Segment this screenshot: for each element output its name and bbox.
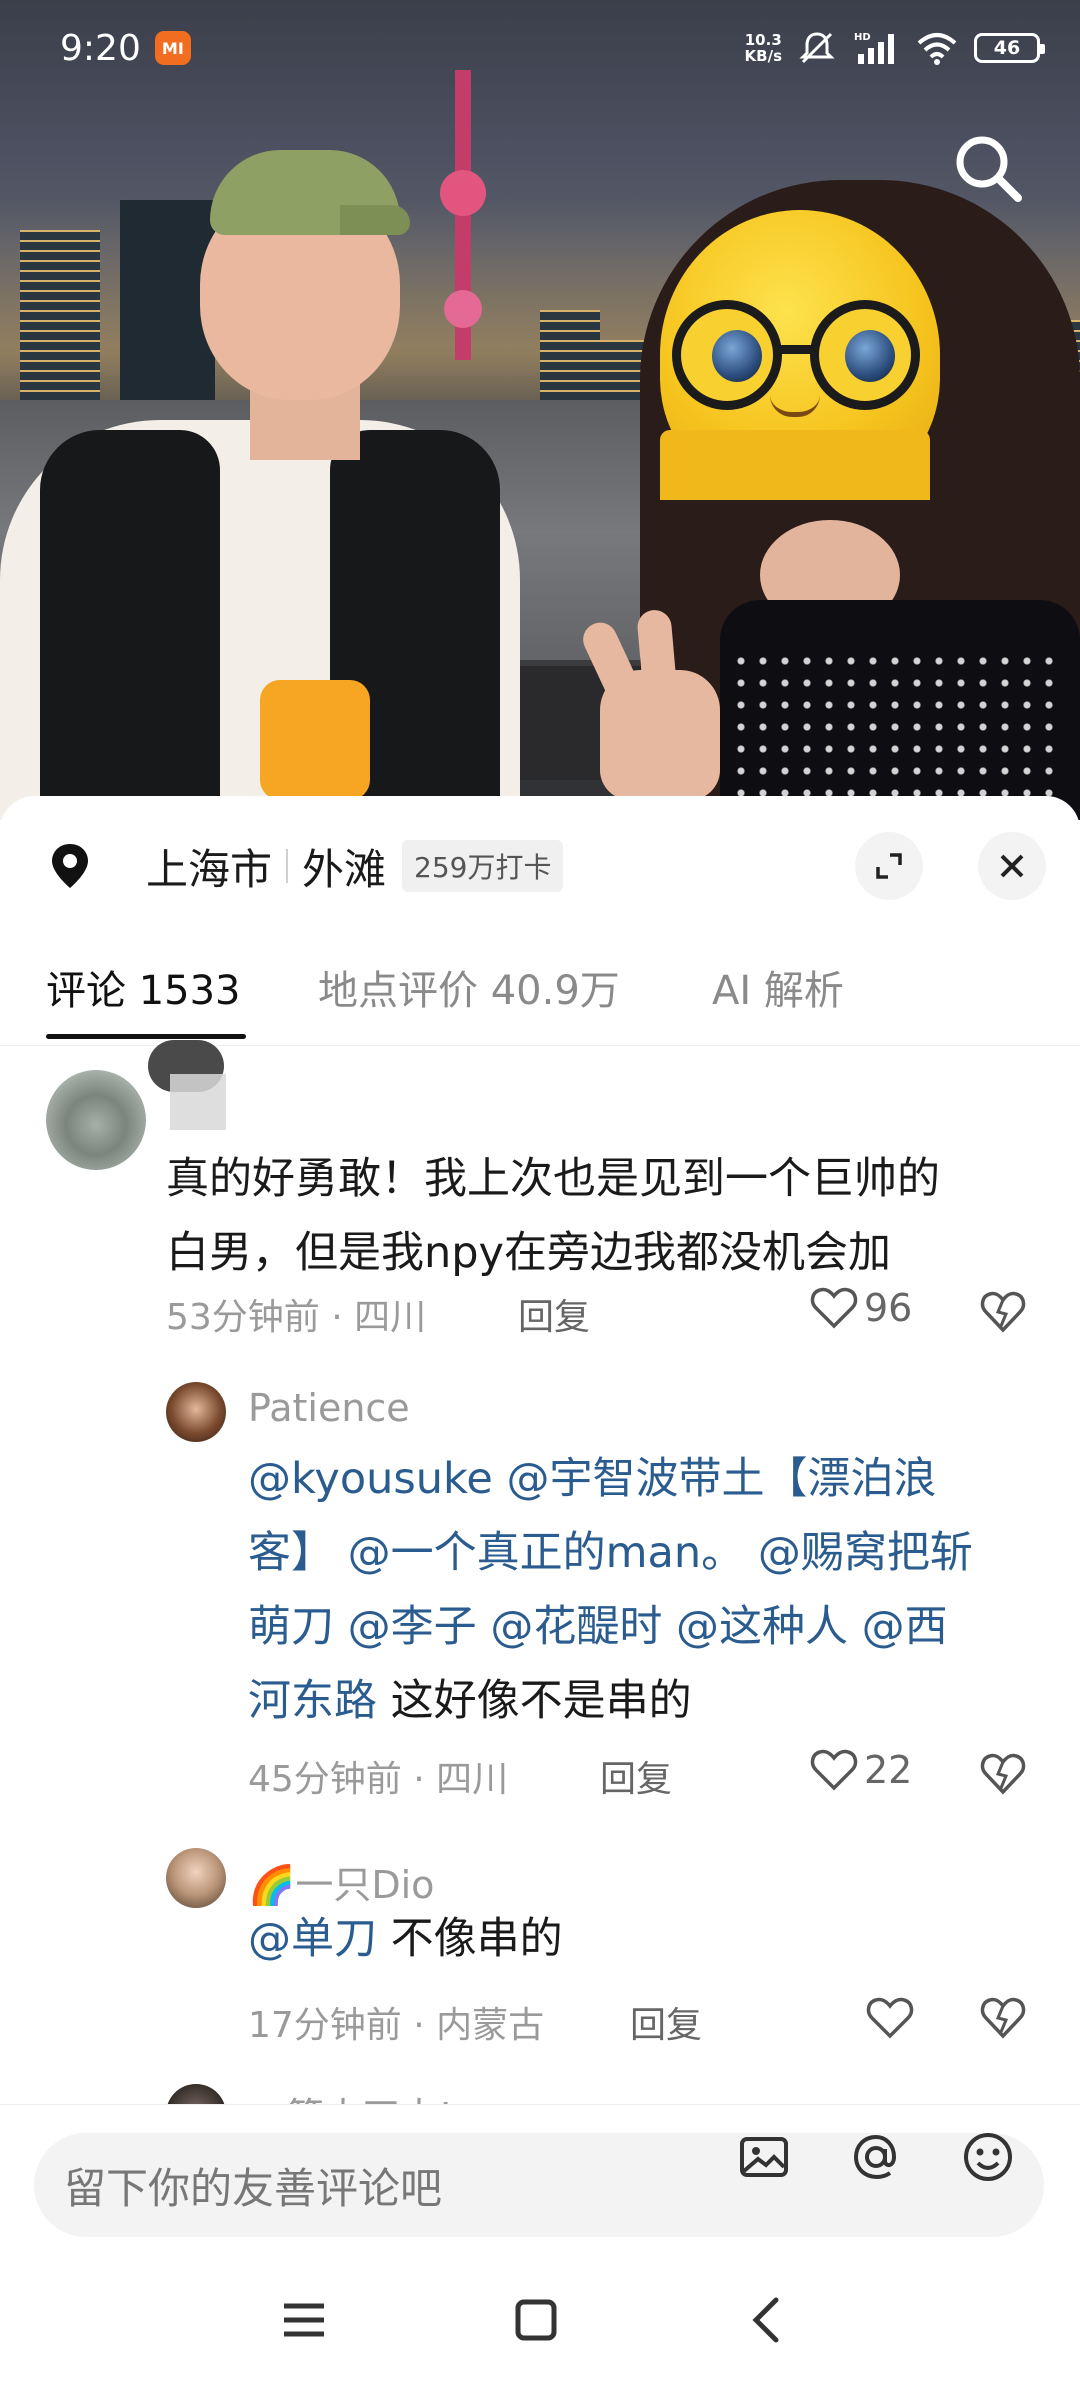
dislike-icon[interactable] bbox=[980, 1752, 1026, 1796]
dislike-icon[interactable] bbox=[980, 1996, 1026, 2040]
mention-icon[interactable] bbox=[846, 2127, 906, 2187]
reply-username[interactable]: Patience bbox=[248, 1386, 410, 1430]
like-button[interactable]: 96 bbox=[810, 1286, 912, 1330]
close-icon bbox=[1000, 854, 1024, 878]
system-navigation-bar bbox=[0, 2240, 1080, 2400]
network-speed: 10.3 KB/s bbox=[745, 32, 782, 64]
input-placeholder: 留下你的友善评论吧 bbox=[64, 2163, 443, 2213]
tab-ai-analysis[interactable]: AI 解析 bbox=[712, 958, 844, 1016]
mention-link[interactable]: @单刀 bbox=[248, 1914, 377, 1964]
mention-link[interactable]: @kyousuke @宇智波带土【漂泊浪 bbox=[248, 1454, 937, 1504]
tv-tower-sphere bbox=[440, 170, 486, 216]
heart-icon[interactable] bbox=[866, 1996, 914, 2040]
comment-line: 白男，但是我npy在旁边我都没机会加 bbox=[166, 1228, 891, 1278]
comment-text: 真的好勇敢！我上次也是见到一个巨帅的 白男，但是我npy在旁边我都没机会加 bbox=[166, 1142, 1046, 1290]
reply-text: @单刀 不像串的 bbox=[248, 1902, 1048, 1976]
reply-line: 河东路 这好像不是串的 bbox=[248, 1664, 1048, 1738]
like-count: 96 bbox=[864, 1286, 913, 1330]
sticker-eye bbox=[845, 330, 895, 382]
reply-button[interactable]: 回复 bbox=[600, 1750, 672, 1802]
tv-tower-sphere bbox=[444, 290, 482, 328]
post-photo[interactable] bbox=[0, 0, 1080, 820]
reply-line: 客】 @一个真正的man。 @赐窝把斩 bbox=[248, 1516, 1048, 1590]
sticker-eye bbox=[712, 330, 762, 382]
expand-button[interactable] bbox=[855, 832, 923, 900]
polka-dots bbox=[730, 650, 1060, 820]
reply-plain-text: 这好像不是串的 bbox=[377, 1676, 692, 1726]
comment-meta: 53分钟前 · 四川 bbox=[166, 1297, 427, 1338]
search-icon[interactable] bbox=[948, 128, 1028, 208]
expand-icon bbox=[876, 853, 902, 879]
like-button[interactable]: 22 bbox=[810, 1748, 912, 1792]
reply-button[interactable]: 回复 bbox=[630, 1996, 702, 2048]
location-place: 外滩 bbox=[302, 844, 387, 894]
comment-input-bar: 留下你的友善评论吧 bbox=[0, 2104, 1080, 2240]
heart-icon bbox=[810, 1749, 858, 1791]
status-bar: 9:20 MI 10.3 KB/s HD 46 bbox=[0, 0, 1080, 96]
redacted-name bbox=[170, 1074, 226, 1130]
wifi-icon bbox=[917, 33, 957, 65]
mi-notification-icon: MI bbox=[154, 31, 191, 65]
mention-link[interactable]: 河东路 bbox=[248, 1676, 377, 1726]
battery-level: 46 bbox=[993, 37, 1021, 59]
close-button[interactable] bbox=[978, 832, 1046, 900]
home-icon[interactable] bbox=[496, 2280, 576, 2360]
man-vest bbox=[40, 430, 220, 820]
shirt-logo bbox=[260, 680, 370, 800]
tab-comments[interactable]: 评论 1533 bbox=[46, 958, 241, 1016]
mention-link[interactable]: 萌刀 @李子 @花醍时 @这种人 @西 bbox=[248, 1602, 948, 1652]
location-pin-icon bbox=[52, 844, 88, 888]
skyline-building bbox=[20, 230, 100, 400]
reply-item: 🌈一只Dio @单刀 不像串的 17分钟前 · 内蒙古 回复 bbox=[0, 1846, 1080, 2046]
svg-text:HD: HD bbox=[854, 32, 871, 43]
reply-meta: 17分钟前 · 内蒙古 bbox=[248, 2005, 545, 2046]
avatar[interactable] bbox=[166, 1382, 226, 1442]
location-city: 上海市 bbox=[146, 844, 273, 894]
reply-plain-text: 不像串的 bbox=[377, 1914, 563, 1964]
net-speed-value: 10.3 bbox=[744, 31, 782, 49]
mention-link[interactable]: 客】 @一个真正的man。 @赐窝把斩 bbox=[248, 1528, 973, 1578]
hd-signal-icon: HD bbox=[854, 32, 894, 64]
reply-username[interactable]: 🌈一只Dio bbox=[248, 1854, 434, 1909]
avatar[interactable] bbox=[166, 2084, 226, 2104]
menu-icon[interactable] bbox=[264, 2280, 344, 2360]
cap-bill bbox=[340, 205, 410, 235]
comment-line: 真的好勇敢！我上次也是见到一个巨帅的 bbox=[166, 1154, 940, 1204]
avatar[interactable] bbox=[166, 1848, 226, 1908]
mute-icon bbox=[799, 32, 835, 64]
tab-bar: 评论 1533 地点评价 40.9万 AI 解析 bbox=[0, 936, 1080, 1046]
heart-icon bbox=[810, 1287, 858, 1329]
net-speed-unit: KB/s bbox=[744, 47, 782, 65]
location-divider bbox=[286, 849, 289, 883]
avatar[interactable] bbox=[46, 1070, 146, 1170]
comment-item: 真的好勇敢！我上次也是见到一个巨帅的 白男，但是我npy在旁边我都没机会加 53… bbox=[0, 1040, 1080, 1346]
image-icon[interactable] bbox=[734, 2127, 794, 2187]
reply-item-partial: 一箭大四大! bbox=[0, 2078, 1080, 2104]
reply-line: 萌刀 @李子 @花醍时 @这种人 @西 bbox=[248, 1590, 1048, 1664]
active-tab-indicator bbox=[46, 1034, 246, 1039]
back-icon[interactable] bbox=[728, 2280, 808, 2360]
reply-text: @kyousuke @宇智波带土【漂泊浪 客】 @一个真正的man。 @赐窝把斩… bbox=[248, 1442, 1048, 1738]
checkin-count-badge: 259万打卡 bbox=[402, 840, 564, 892]
tab-place-reviews[interactable]: 地点评价 40.9万 bbox=[318, 958, 620, 1016]
emoji-sticker-base bbox=[660, 430, 930, 500]
reply-item: Patience @kyousuke @宇智波带土【漂泊浪 客】 @一个真正的m… bbox=[0, 1376, 1080, 1816]
reply-button[interactable]: 回复 bbox=[518, 1288, 590, 1340]
dislike-icon[interactable] bbox=[980, 1290, 1026, 1334]
reply-line: @kyousuke @宇智波带土【漂泊浪 bbox=[248, 1442, 1048, 1516]
emoji-icon[interactable] bbox=[958, 2127, 1018, 2187]
battery-icon: 46 bbox=[974, 33, 1045, 63]
reply-meta: 45分钟前 · 四川 bbox=[248, 1759, 509, 1800]
clock: 9:20 bbox=[60, 27, 141, 69]
glasses-bridge bbox=[775, 345, 819, 354]
reply-username[interactable]: 一箭大四大! bbox=[248, 2086, 453, 2104]
status-icons: 10.3 KB/s HD 46 bbox=[745, 29, 1045, 67]
like-count: 22 bbox=[864, 1748, 913, 1792]
